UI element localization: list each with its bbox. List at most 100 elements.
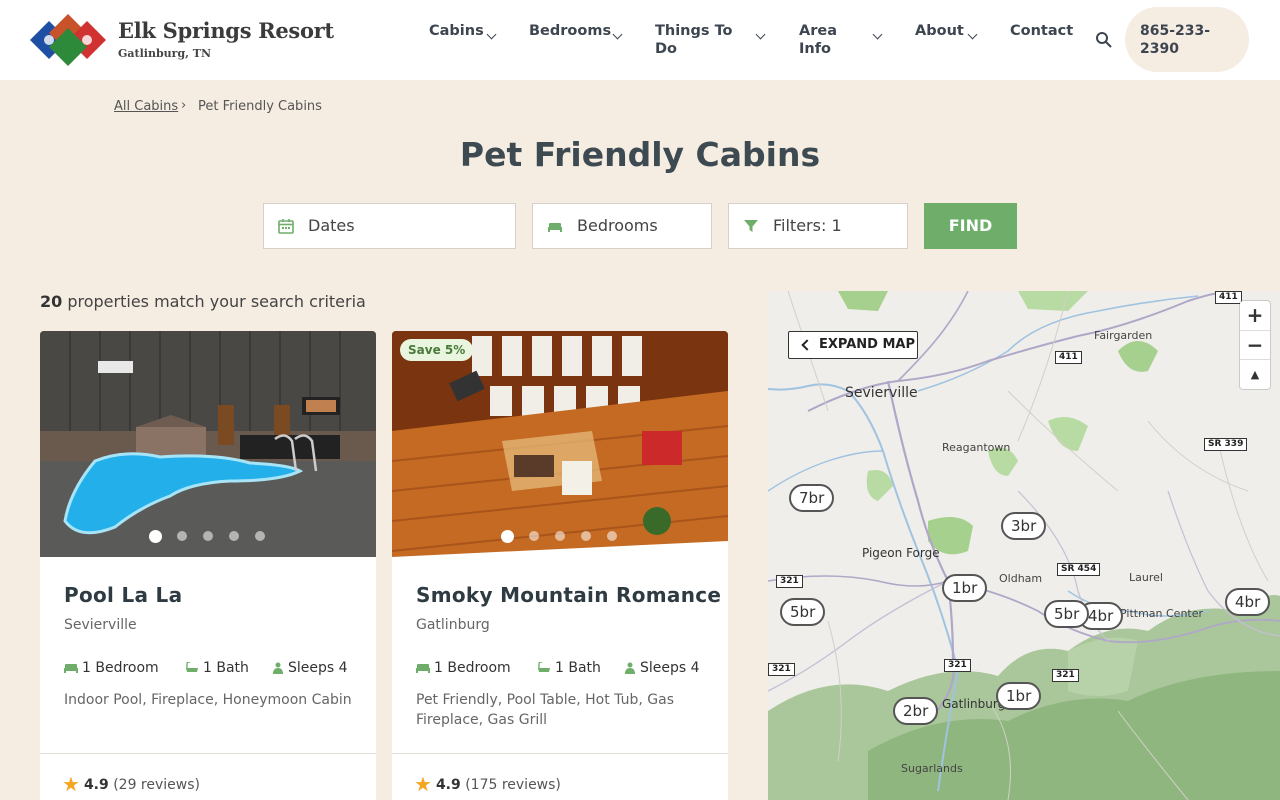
breadcrumb-separator: › [181,98,187,113]
carousel-dot[interactable] [203,531,213,541]
map-pin[interactable]: 4br [1225,588,1271,616]
rating-value: 4.9 [83,777,109,793]
site-header: Elk Springs Resort Gatlinburg, TN Cabins… [0,0,1280,80]
breadcrumb-all-cabins[interactable]: All Cabins [114,99,178,114]
nav-label: Area Info [799,23,837,57]
review-count: (175 reviews) [465,777,561,793]
chevron-down-icon [486,29,497,40]
chevron-left-icon [801,339,813,351]
card-amenities: Indoor Pool, Fireplace, Honeymoon Cabin [64,692,352,708]
carousel-dot[interactable] [149,530,162,543]
property-photo[interactable] [40,331,376,557]
route-shield: 411 [1055,351,1082,364]
route-shield: 321 [944,659,971,672]
property-card[interactable]: Save 5% Smoky Mountain Romance Gatlinbur… [392,331,728,800]
route-shield: 321 [768,663,795,676]
card-sleeps-label: Sleeps 4 [288,660,348,676]
results-count: 20 [40,292,63,311]
bedrooms-field[interactable]: Bedrooms [532,203,712,249]
find-button[interactable]: FIND [924,203,1017,249]
bed-icon [416,664,430,673]
nav-things-to-do[interactable]: Things To Do [655,22,766,58]
card-title[interactable]: Smoky Mountain Romance [416,583,721,607]
filters-field[interactable]: Filters: 1 [728,203,908,249]
page-title: Pet Friendly Cabins [459,135,821,174]
card-divider [392,753,728,754]
compass-button[interactable]: ▲ [1240,359,1270,388]
carousel-dot[interactable] [229,531,239,541]
map-label-reagantown: Reagantown [942,441,1011,454]
carousel-dot[interactable] [501,530,514,543]
bed-icon [548,223,562,232]
bath-icon [538,661,550,672]
card-amenities: Pet Friendly, Pool Table, Hot Tub, Gas F… [416,692,674,728]
nav-about[interactable]: About [915,22,978,40]
map-label-sugarlands: Sugarlands [901,762,963,775]
map-pin[interactable]: 7br [789,484,835,512]
person-icon [625,662,635,674]
results-summary: 20 properties match your search criteria [40,292,366,311]
card-bedrooms-label: 1 Bedroom [82,660,159,676]
breadcrumb-current: Pet Friendly Cabins [198,99,322,114]
search-icon[interactable] [1095,31,1113,49]
carousel-dot[interactable] [555,531,565,541]
zoom-out-button[interactable]: − [1240,330,1270,359]
map-pin[interactable]: 3br [1001,512,1047,540]
bed-icon [64,664,78,673]
carousel-dot[interactable] [255,531,265,541]
carousel-dot[interactable] [607,531,617,541]
carousel-dot[interactable] [529,531,539,541]
zoom-in-button[interactable]: + [1240,301,1270,330]
map-label-pigeon-forge: Pigeon Forge [862,546,940,560]
map-pin[interactable]: 2br [893,697,939,725]
results-text: properties match your search criteria [62,292,366,311]
chevron-down-icon [755,29,766,40]
person-icon [273,662,283,674]
nav-bedrooms[interactable]: Bedrooms [529,22,623,40]
carousel-dot[interactable] [177,531,187,541]
dates-label: Dates [308,216,355,235]
nav-contact[interactable]: Contact [1010,22,1073,40]
map-label-sevierville: Sevierville [845,385,918,401]
bath-icon [186,661,198,672]
nav-cabins[interactable]: Cabins [429,22,497,40]
expand-map-button[interactable]: EXPAND MAP [788,331,918,359]
brand-logo[interactable] [30,14,106,66]
route-shield: 411 [1215,291,1242,304]
nav-area-info[interactable]: Area Info [799,22,883,58]
nav-label: Contact [1010,23,1074,39]
bedrooms-label: Bedrooms [577,216,658,235]
property-card[interactable]: Pool La La Sevierville 1 Bedroom 1 Bath … [40,331,376,800]
nav-label: About [915,23,964,39]
card-title[interactable]: Pool La La [64,583,182,607]
card-sleeps: Sleeps 4 [624,660,700,676]
route-shield: SR 339 [1204,438,1248,451]
card-divider [40,753,376,754]
map-pin[interactable]: 1br [942,574,988,602]
chevron-down-icon [967,29,978,40]
card-baths: 1 Bath [537,660,601,676]
property-map[interactable]: Sevierville Fairgarden Reagantown Pigeon… [768,291,1280,800]
map-zoom-controls: + − ▲ [1240,301,1270,389]
property-photo[interactable] [392,331,728,557]
card-rating: ★ 4.9 (175 reviews) [414,772,561,796]
brand-name[interactable]: Elk Springs Resort [118,18,334,43]
chevron-down-icon [612,29,623,40]
rating-value: 4.9 [435,777,461,793]
nav-label: Cabins [429,23,484,39]
star-icon: ★ [62,772,80,796]
dates-field[interactable]: Dates [263,203,516,249]
map-pin[interactable]: 5br [780,598,826,626]
card-bedrooms-label: 1 Bedroom [434,660,511,676]
map-pin[interactable]: 1br [996,682,1042,710]
filters-label: Filters: 1 [773,216,842,235]
discount-badge: Save 5% [400,339,474,361]
card-bedrooms: 1 Bedroom [64,660,159,676]
phone-button[interactable]: 865-233-2390 [1125,7,1249,72]
card-location: Gatlinburg [416,617,490,633]
carousel-dot[interactable] [581,531,591,541]
card-baths-label: 1 Bath [555,660,601,676]
map-pin[interactable]: 5br [1044,600,1090,628]
card-sleeps-label: Sleeps 4 [640,660,700,676]
star-icon: ★ [414,772,432,796]
